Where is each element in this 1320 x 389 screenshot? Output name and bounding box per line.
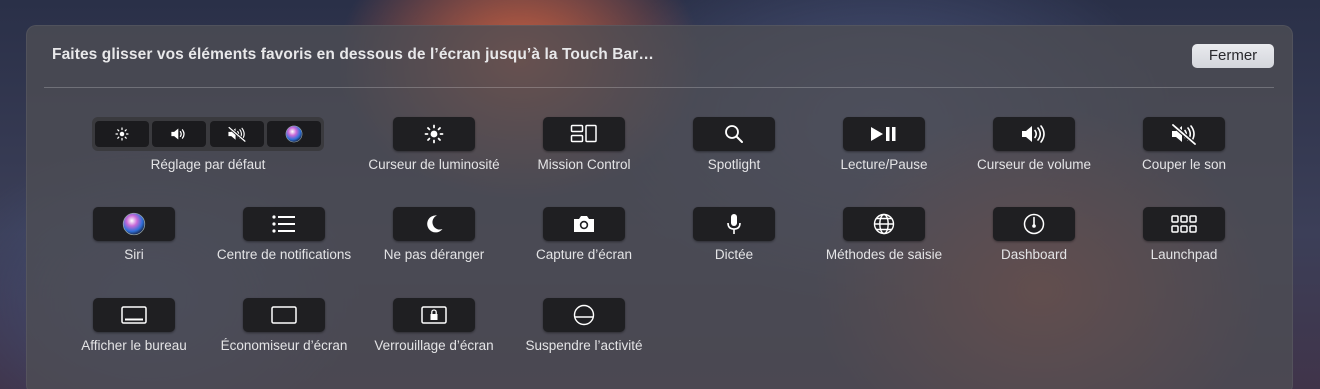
microphone-icon <box>727 214 741 234</box>
divider <box>44 87 1274 88</box>
touch-bar-key[interactable] <box>393 298 475 332</box>
item-label: Dictée <box>714 247 754 262</box>
item-notification-center[interactable]: Centre de notifications <box>209 207 359 263</box>
item-spotlight[interactable]: Spotlight <box>659 117 809 173</box>
touch-bar-key[interactable] <box>393 207 475 241</box>
touch-bar-key[interactable] <box>543 117 625 151</box>
item-label: Dashboard <box>1000 247 1068 262</box>
globe-icon <box>873 213 895 235</box>
dashboard-gauge-icon <box>1023 213 1045 235</box>
siri-icon <box>285 125 303 143</box>
item-label: Curseur de volume <box>976 157 1092 172</box>
touch-bar-key[interactable] <box>93 207 175 241</box>
item-volume-slider[interactable]: Curseur de volume <box>959 117 1109 173</box>
item-label: Afficher le bureau <box>81 338 187 353</box>
item-label: Suspendre l’activité <box>525 338 643 353</box>
touch-bar-key[interactable] <box>243 207 325 241</box>
item-brightness-slider[interactable]: Curseur de luminosité <box>359 117 509 173</box>
item-label: Ne pas déranger <box>383 247 485 262</box>
touch-bar-key[interactable] <box>543 298 625 332</box>
brightness-icon <box>115 127 129 141</box>
item-dashboard[interactable]: Dashboard <box>959 207 1109 263</box>
panel-title: Faites glisser vos éléments favoris en d… <box>52 46 654 63</box>
item-label: Économiseur d’écran <box>220 338 348 353</box>
touch-bar-key[interactable] <box>693 207 775 241</box>
strip-volume-segment <box>152 121 207 147</box>
item-label: Mission Control <box>537 157 631 172</box>
touch-bar-key[interactable] <box>243 298 325 332</box>
sleep-icon <box>573 304 595 326</box>
item-mute[interactable]: Couper le son <box>1109 117 1259 173</box>
item-label: Spotlight <box>707 157 761 172</box>
item-show-desktop[interactable]: Afficher le bureau <box>59 298 209 354</box>
item-launchpad[interactable]: Launchpad <box>1109 207 1259 263</box>
touch-bar-key[interactable] <box>1143 207 1225 241</box>
mute-icon <box>1171 123 1197 145</box>
strip-siri-segment <box>266 121 321 147</box>
default-set-item[interactable]: Réglage par défaut <box>92 117 324 173</box>
camera-icon <box>574 216 594 232</box>
item-label: Couper le son <box>1141 157 1227 172</box>
item-screen-lock[interactable]: Verrouillage d’écran <box>359 298 509 354</box>
item-siri[interactable]: Siri <box>59 207 209 263</box>
default-set-strip[interactable] <box>92 117 324 151</box>
screensaver-icon <box>271 306 297 324</box>
item-input-sources[interactable]: Méthodes de saisie <box>809 207 959 263</box>
item-label: Capture d’écran <box>535 247 633 262</box>
touch-bar-customization-panel: Faites glisser vos éléments favoris en d… <box>26 25 1293 389</box>
touch-bar-key[interactable] <box>693 117 775 151</box>
touch-bar-key[interactable] <box>543 207 625 241</box>
item-do-not-disturb[interactable]: Ne pas déranger <box>359 207 509 263</box>
item-play-pause[interactable]: Lecture/Pause <box>809 117 959 173</box>
play-pause-icon <box>871 127 896 141</box>
siri-icon <box>122 212 146 236</box>
item-screen-saver[interactable]: Économiseur d’écran <box>209 298 359 354</box>
strip-mute-segment <box>209 121 264 147</box>
touch-bar-key[interactable] <box>1143 117 1225 151</box>
item-dictation[interactable]: Dictée <box>659 207 809 263</box>
volume-icon <box>171 128 185 140</box>
item-screenshot[interactable]: Capture d’écran <box>509 207 659 263</box>
item-label: Lecture/Pause <box>840 157 928 172</box>
lock-screen-icon <box>421 306 447 324</box>
mute-icon <box>227 126 246 142</box>
volume-icon <box>1022 125 1045 143</box>
item-label: Méthodes de saisie <box>825 247 943 262</box>
item-label: Verrouillage d’écran <box>374 338 494 353</box>
item-label: Curseur de luminosité <box>368 157 500 172</box>
item-label: Centre de notifications <box>216 247 352 262</box>
brightness-icon <box>424 124 444 144</box>
notification-list-icon <box>272 215 295 233</box>
close-button[interactable]: Fermer <box>1192 44 1274 68</box>
touch-bar-key[interactable] <box>93 298 175 332</box>
desktop-icon <box>121 306 147 324</box>
moon-icon <box>427 215 443 233</box>
touch-bar-key[interactable] <box>993 207 1075 241</box>
touch-bar-key[interactable] <box>843 117 925 151</box>
touch-bar-key[interactable] <box>843 207 925 241</box>
launchpad-grid-icon <box>1171 215 1197 233</box>
item-label: Siri <box>124 247 144 262</box>
strip-brightness-segment <box>95 121 149 147</box>
touch-bar-key[interactable] <box>993 117 1075 151</box>
touch-bar-key[interactable] <box>393 117 475 151</box>
item-label: Launchpad <box>1150 247 1218 262</box>
item-mission-control[interactable]: Mission Control <box>509 117 659 173</box>
mission-control-icon <box>570 124 597 143</box>
item-label: Réglage par défaut <box>150 157 266 172</box>
item-sleep[interactable]: Suspendre l’activité <box>509 298 659 354</box>
search-icon <box>725 125 743 143</box>
